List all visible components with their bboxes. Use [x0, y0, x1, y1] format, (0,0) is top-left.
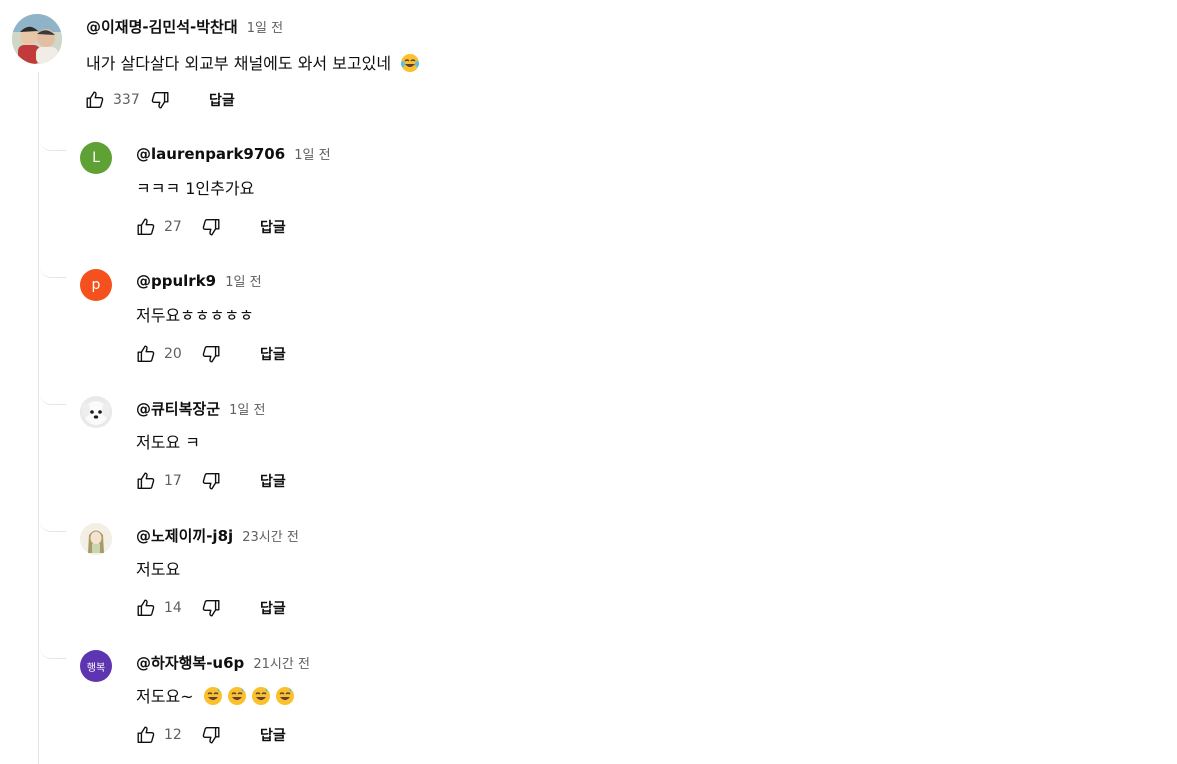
- reply-button[interactable]: 답글: [260, 598, 286, 618]
- avatar[interactable]: p: [80, 269, 112, 301]
- avatar[interactable]: [12, 14, 62, 64]
- grinning-sweat-emoji-icon: [251, 687, 270, 705]
- thumbs-down-icon[interactable]: [200, 343, 222, 365]
- comment-author[interactable]: @큐티복장군: [136, 400, 220, 418]
- thumbs-up-icon[interactable]: [135, 724, 157, 746]
- comment-time[interactable]: 1일 전: [225, 275, 261, 290]
- comment-time[interactable]: 1일 전: [294, 148, 330, 163]
- like-count: 17: [164, 473, 182, 489]
- reply-button[interactable]: 답글: [260, 344, 286, 364]
- comment-time[interactable]: 1일 전: [229, 403, 265, 418]
- thumbs-up-icon[interactable]: [135, 597, 157, 619]
- like-count: 20: [164, 346, 182, 362]
- avatar[interactable]: [80, 523, 112, 555]
- thumbs-down-icon[interactable]: [200, 216, 222, 238]
- thumbs-up-icon[interactable]: [135, 470, 157, 492]
- comment-text: ㅋㅋㅋ 1인추가요: [136, 179, 255, 198]
- reply-comment: p @ppulrk9 1일 전 저두요ㅎㅎㅎㅎㅎ 20 답글: [0, 254, 1177, 381]
- reply-button[interactable]: 답글: [209, 90, 235, 110]
- illustrated-girl-photo-icon: [80, 523, 112, 555]
- reply-button[interactable]: 답글: [260, 725, 286, 745]
- like-count: 12: [164, 727, 182, 743]
- like-count: 14: [164, 600, 182, 616]
- white-dog-photo-icon: [80, 396, 112, 428]
- like-count: 337: [113, 92, 140, 108]
- reply-comment: 행복 @하자행복-u6p 21시간 전 저도요~ 12 답글: [0, 635, 1177, 762]
- comment-time[interactable]: 21시간 전: [253, 657, 310, 672]
- comment-author[interactable]: @하자행복-u6p: [136, 654, 244, 672]
- avatar[interactable]: L: [80, 142, 112, 174]
- grinning-sweat-emoji-icon: [203, 687, 222, 705]
- comment-author[interactable]: @laurenpark9706: [136, 145, 285, 163]
- avatar-letter: L: [92, 150, 100, 166]
- profile-photo-icon: [12, 14, 62, 64]
- reply-button[interactable]: 답글: [260, 471, 286, 491]
- comment-text: 저도요~: [136, 687, 194, 706]
- comment-text: 저도요: [136, 560, 181, 579]
- comment-time[interactable]: 23시간 전: [242, 530, 299, 545]
- thumbs-up-icon[interactable]: [84, 89, 106, 111]
- grinning-sweat-emoji-icon: [275, 687, 294, 705]
- comment-author[interactable]: @ppulrk9: [136, 272, 216, 290]
- like-count: 27: [164, 219, 182, 235]
- comment-body: 내가 살다살다 외교부 채널에도 와서 보고있네: [86, 50, 420, 74]
- comment-text: 저두요ㅎㅎㅎㅎㅎ: [136, 306, 254, 325]
- reply-comment: L @laurenpark9706 1일 전 ㅋㅋㅋ 1인추가요 27 답글: [0, 127, 1177, 254]
- avatar[interactable]: [80, 396, 112, 428]
- comment-text: 저도요 ㅋ: [136, 433, 200, 452]
- avatar-letter: p: [91, 277, 101, 293]
- top-comment: @이재명-김민석-박찬대 1일 전 내가 살다살다 외교부 채널에도 와서 보고…: [0, 0, 1177, 120]
- comment-text: 내가 살다살다 외교부 채널에도 와서 보고있네: [86, 54, 392, 73]
- thumbs-down-icon[interactable]: [200, 724, 222, 746]
- laughing-tears-emoji-icon: [401, 54, 420, 72]
- thumbs-down-icon[interactable]: [200, 470, 222, 492]
- thumbs-up-icon[interactable]: [135, 216, 157, 238]
- comment-body: 저도요~: [136, 683, 295, 707]
- reply-comment: @큐티복장군 1일 전 저도요 ㅋ 17 답글: [0, 381, 1177, 508]
- comment-author[interactable]: @노제이끼-j8j: [136, 527, 233, 545]
- grinning-sweat-emoji-icon: [227, 687, 246, 705]
- comment-time[interactable]: 1일 전: [247, 21, 283, 36]
- thumbs-up-icon[interactable]: [135, 343, 157, 365]
- thumbs-down-icon[interactable]: [200, 597, 222, 619]
- avatar-letter: 행복: [86, 662, 106, 674]
- comment-author[interactable]: @이재명-김민석-박찬대: [86, 18, 238, 36]
- avatar[interactable]: 행복: [80, 650, 112, 682]
- thumbs-down-icon[interactable]: [149, 89, 171, 111]
- reply-button[interactable]: 답글: [260, 217, 286, 237]
- reply-comment: @노제이끼-j8j 23시간 전 저도요 14 답글: [0, 508, 1177, 635]
